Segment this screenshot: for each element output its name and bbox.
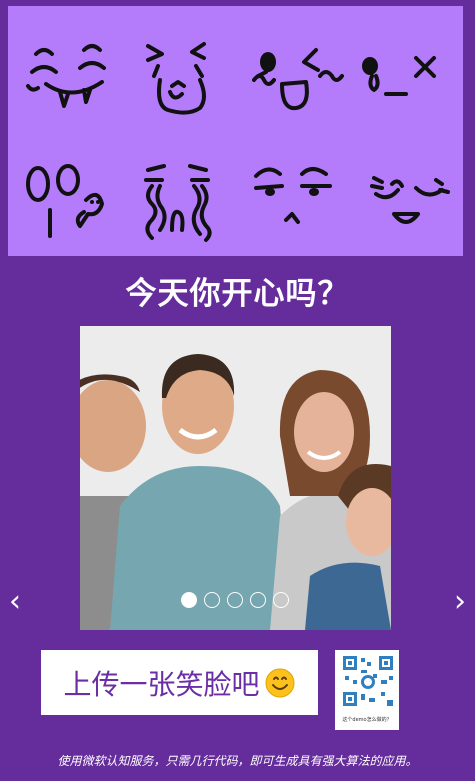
carousel-dot-1[interactable] <box>181 592 197 608</box>
squint-face-icon <box>134 36 234 136</box>
qr-code: 这个demo怎么做的？ <box>335 650 399 730</box>
smiley-emoji-icon <box>264 667 296 699</box>
carousel-dot-4[interactable] <box>250 592 266 608</box>
qr-caption: 这个demo怎么做的？ <box>342 717 392 723</box>
carousel-indicators <box>181 592 289 608</box>
page-title: 今天你开心吗？ <box>125 276 350 312</box>
carousel-prev-button[interactable]: ‹ <box>0 585 30 619</box>
family-photo <box>80 326 391 630</box>
qr-code-icon <box>341 654 395 708</box>
carousel-next-button[interactable]: › <box>445 585 475 619</box>
emoji-faces-banner <box>8 6 463 256</box>
tongue-face-icon <box>356 36 456 136</box>
crying-face-icon <box>134 156 234 256</box>
photo-carousel[interactable] <box>80 326 391 630</box>
carousel-dot-3[interactable] <box>227 592 243 608</box>
upload-smile-label: 上传一张笑脸吧 <box>63 668 260 700</box>
sleepy-face-icon <box>356 156 456 256</box>
fangs-face-icon <box>22 36 122 136</box>
upload-smile-button[interactable]: 上传一张笑脸吧 <box>41 650 318 715</box>
footer-text: 使用微软认知服务，只需几行代码，即可生成具有强大算法的应用。 <box>57 754 418 768</box>
carousel-dot-5[interactable] <box>273 592 289 608</box>
shocked-face-icon <box>18 156 118 256</box>
carousel-dot-2[interactable] <box>204 592 220 608</box>
wink-face-icon <box>246 36 346 136</box>
suspicious-face-icon <box>246 156 346 256</box>
